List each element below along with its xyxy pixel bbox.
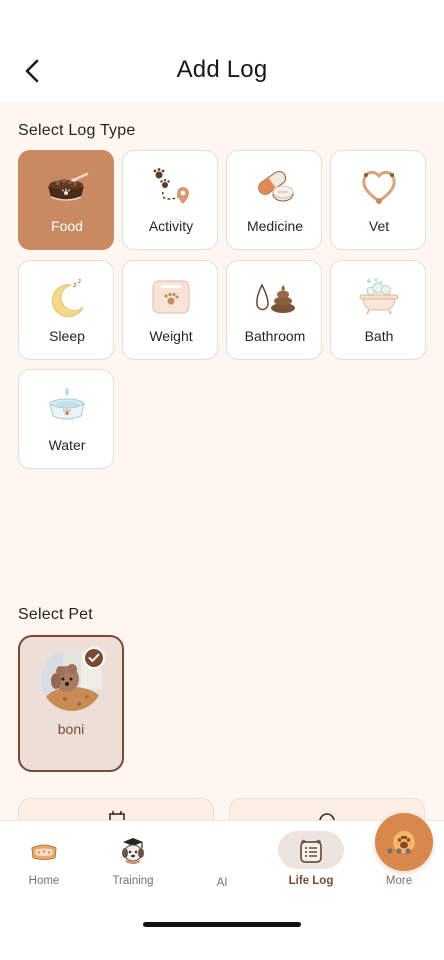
- tab-ai[interactable]: AI: [182, 813, 433, 901]
- scale-icon: [152, 280, 190, 314]
- bottom-tab-bar: Home Training AI Life Log More: [0, 813, 444, 960]
- calendar-icon: [109, 811, 125, 820]
- partial-date-button[interactable]: [18, 798, 214, 820]
- page-title: Add Log: [176, 56, 268, 83]
- header: Add Log: [0, 0, 444, 102]
- log-type-water[interactable]: Water: [18, 369, 114, 469]
- tab-home[interactable]: Home: [4, 821, 84, 901]
- home-bed-icon: [31, 844, 57, 860]
- tab-more[interactable]: More: [359, 821, 439, 901]
- stethoscope-icon: [362, 170, 396, 204]
- svg-text:z: z: [78, 278, 81, 285]
- pet-name: boni: [57, 721, 85, 737]
- content-area: Select Log Type Food Activity Medicine V…: [0, 102, 444, 820]
- home-indicator: [143, 922, 301, 927]
- selected-check-icon: [83, 647, 105, 669]
- tab-life-log[interactable]: Life Log: [271, 821, 351, 901]
- log-type-bathroom[interactable]: Bathroom: [226, 260, 322, 360]
- log-type-weight[interactable]: Weight: [122, 260, 218, 360]
- food-bowl-icon: [48, 172, 89, 201]
- log-type-section-title: Select Log Type: [18, 122, 136, 139]
- log-type-bath[interactable]: Bath: [330, 260, 426, 360]
- log-type-activity[interactable]: Activity: [122, 150, 218, 250]
- pet-card-boni[interactable]: boni: [18, 635, 124, 772]
- pill-icon: [258, 170, 294, 202]
- clock-icon: [319, 813, 335, 820]
- water-bowl-icon: [49, 387, 85, 420]
- pet-section-title: Select Pet: [18, 606, 93, 623]
- poop-icon: [256, 283, 295, 313]
- life-log-icon: [300, 839, 322, 863]
- bathtub-icon: [359, 278, 399, 315]
- tab-training[interactable]: Training: [93, 821, 173, 901]
- more-dots-icon: [387, 848, 411, 854]
- svg-text:z: z: [73, 281, 77, 289]
- moon-icon: z z: [51, 278, 84, 317]
- graduate-dog-icon: [122, 838, 144, 864]
- log-type-medicine[interactable]: Medicine: [226, 150, 322, 250]
- log-type-vet[interactable]: Vet: [330, 150, 426, 250]
- log-type-food[interactable]: Food: [18, 150, 114, 250]
- log-type-sleep[interactable]: z z Sleep: [18, 260, 114, 360]
- paw-trail-icon: [153, 168, 189, 204]
